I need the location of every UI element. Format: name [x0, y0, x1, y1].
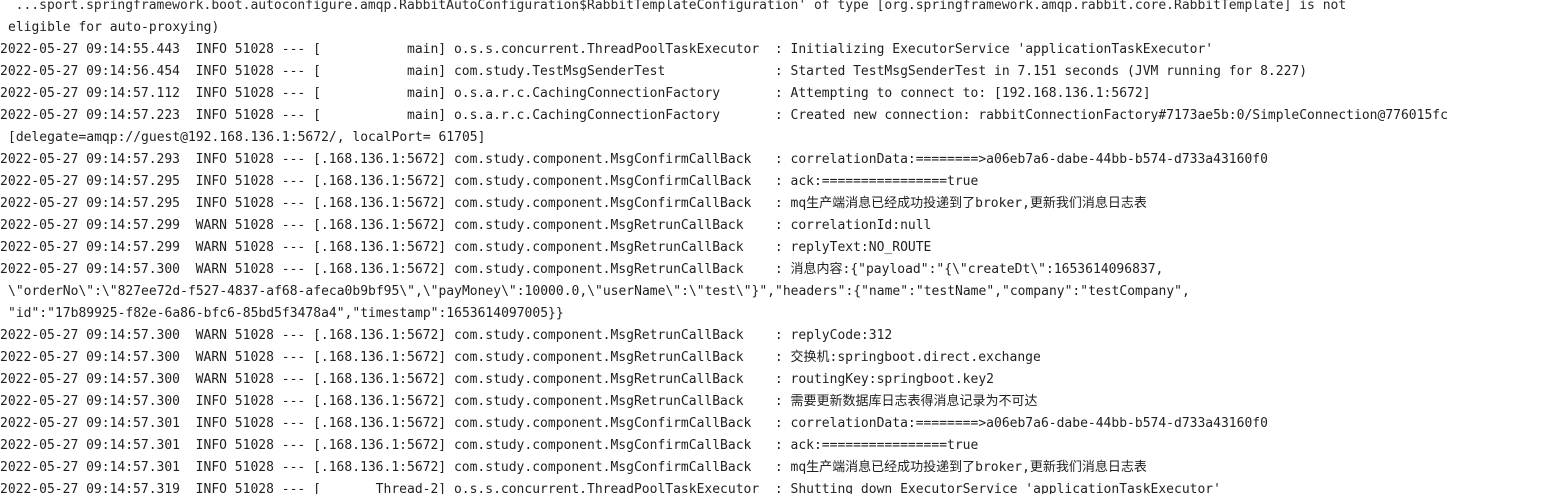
log-line: 2022-05-27 09:14:57.295 INFO 51028 --- [… [0, 174, 979, 189]
log-line: 2022-05-27 09:14:57.112 INFO 51028 --- [… [0, 86, 1151, 101]
log-line: 2022-05-27 09:14:56.454 INFO 51028 --- [… [0, 64, 1308, 79]
log-line: 2022-05-27 09:14:57.300 WARN 51028 --- [… [0, 262, 1164, 277]
log-line: 2022-05-27 09:14:55.443 INFO 51028 --- [… [0, 42, 1214, 57]
console-output[interactable]: ...sport.springframework.boot.autoconfig… [0, 0, 1556, 494]
log-line: 2022-05-27 09:14:57.299 WARN 51028 --- [… [0, 240, 932, 255]
log-line-continuation: [delegate=amqp://guest@192.168.136.1:567… [8, 130, 486, 145]
log-line: 2022-05-27 09:14:57.301 INFO 51028 --- [… [0, 416, 1268, 431]
log-line: 2022-05-27 09:14:57.300 INFO 51028 --- [… [0, 394, 1038, 409]
log-line-continuation: \"orderNo\":\"827ee72d-f527-4837-af68-af… [8, 284, 1190, 299]
log-line: 2022-05-27 09:14:57.301 INFO 51028 --- [… [0, 438, 979, 453]
log-line: 2022-05-27 09:14:57.223 INFO 51028 --- [… [0, 108, 1448, 123]
log-line: 2022-05-27 09:14:57.299 WARN 51028 --- [… [0, 218, 932, 233]
log-line: ...sport.springframework.boot.autoconfig… [0, 0, 1347, 13]
log-line-continuation: "id":"17b89925-f82e-6a86-bfc6-85bd5f3478… [8, 306, 564, 321]
log-line-continuation: eligible for auto-proxying) [8, 20, 220, 35]
log-line: 2022-05-27 09:14:57.301 INFO 51028 --- [… [0, 460, 1147, 475]
log-line: 2022-05-27 09:14:57.295 INFO 51028 --- [… [0, 196, 1147, 211]
log-line: 2022-05-27 09:14:57.300 WARN 51028 --- [… [0, 328, 893, 343]
log-line: 2022-05-27 09:14:57.300 WARN 51028 --- [… [0, 372, 994, 387]
log-line: 2022-05-27 09:14:57.293 INFO 51028 --- [… [0, 152, 1268, 167]
log-line: 2022-05-27 09:14:57.319 INFO 51028 --- [… [0, 482, 1221, 494]
log-line: 2022-05-27 09:14:57.300 WARN 51028 --- [… [0, 350, 1041, 365]
